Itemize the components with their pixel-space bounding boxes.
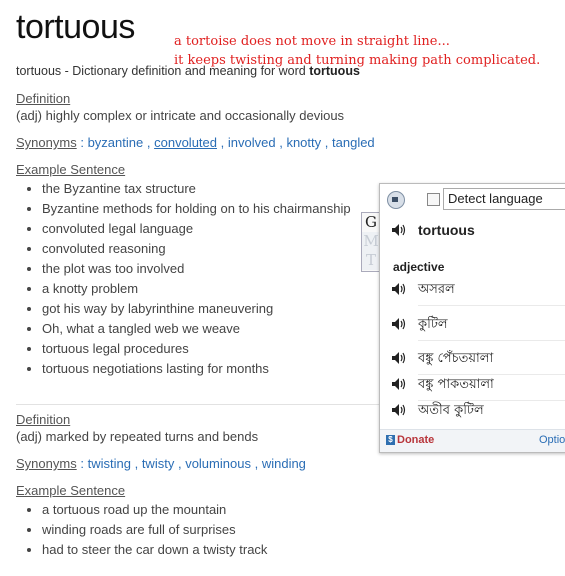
translation-text: অতীব কুটিল [418, 403, 484, 418]
section-divider [16, 404, 381, 405]
example-item: Oh, what a tangled web we weave [42, 319, 351, 339]
annotation-line-1: a tortoise does not move in straight lin… [174, 34, 450, 49]
translation-item: বঙ্কু পাকতয়ালা [392, 375, 565, 401]
synonym-link[interactable]: twisting [88, 456, 131, 471]
entry-1: Definition (adj) highly complex or intri… [16, 91, 344, 123]
entry-2: Definition (adj) marked by repeated turn… [16, 412, 258, 444]
example-heading: Example Sentence [16, 162, 126, 177]
translator-side-tabs: G M T [361, 212, 381, 272]
definition-heading: Definition [16, 91, 71, 106]
example-item: the Byzantine tax structure [42, 179, 351, 199]
example-item: had to steer the car down a twisty track [42, 540, 267, 560]
speaker-icon[interactable] [392, 224, 406, 236]
translation-item: অতীব কুটিল [392, 401, 565, 423]
synonyms-row-1: Synonyms : byzantine , convoluted , invo… [16, 135, 375, 150]
example-heading: Example Sentence [16, 483, 126, 498]
example-item: the plot was too involved [42, 259, 351, 279]
part-of-speech: adjective [393, 260, 445, 274]
synonym-link[interactable]: voluminous [185, 456, 251, 471]
synonym-link[interactable]: knotty [286, 135, 321, 150]
speaker-icon[interactable] [392, 318, 406, 330]
synonym-link[interactable]: byzantine [88, 135, 144, 150]
translation-text: বঙ্কু পাকতয়ালা [418, 375, 565, 401]
tab-t[interactable]: T [362, 251, 380, 270]
tab-m[interactable]: M [362, 232, 380, 251]
translated-word-text: tortuous [418, 222, 475, 238]
translation-item: বঙ্কু পেঁচতয়ালা [392, 349, 565, 375]
translation-item: কুটিল [392, 315, 565, 341]
speaker-icon[interactable] [392, 404, 406, 416]
translation-item: অসরল [392, 280, 565, 306]
synonyms-label: Synonyms [16, 135, 77, 150]
word-title: tortuous [16, 8, 135, 46]
translation-text: বঙ্কু পেঁচতয়ালা [418, 349, 565, 375]
example-item: tortuous negotiations lasting for months [42, 359, 351, 379]
donate-label: Donate [397, 434, 435, 446]
examples-block-2: Example Sentence a tortuous road up the … [16, 483, 267, 560]
synonym-link[interactable]: tangled [332, 135, 375, 150]
synonym-link[interactable]: involved [228, 135, 276, 150]
speaker-icon[interactable] [392, 378, 406, 390]
detect-checkbox[interactable] [427, 193, 440, 206]
synonyms-row-2: Synonyms : twisting , twisty , voluminou… [16, 456, 306, 471]
popup-footer: $ Donate Optio [380, 429, 565, 452]
synonyms-label: Synonyms [16, 456, 77, 471]
tab-g[interactable]: G [362, 213, 380, 232]
definition-text: (adj) marked by repeated turns and bends [16, 429, 259, 444]
subtitle-prefix: tortuous - Dictionary definition and mea… [16, 64, 310, 78]
speaker-icon[interactable] [387, 191, 405, 209]
translated-word: tortuous [392, 222, 475, 238]
page-subtitle: tortuous - Dictionary definition and mea… [16, 64, 360, 78]
example-item: got his way by labyrinthine maneuvering [42, 299, 351, 319]
donate-link[interactable]: $ Donate [386, 434, 434, 446]
translation-text: কুটিল [418, 315, 565, 341]
speaker-icon[interactable] [392, 352, 406, 364]
definition-text: (adj) highly complex or intricate and oc… [16, 108, 345, 123]
translation-text: অসরল [418, 280, 565, 306]
example-item: tortuous legal procedures [42, 339, 351, 359]
options-link[interactable]: Optio [539, 434, 565, 446]
example-item: a tortuous road up the mountain [42, 500, 267, 520]
language-select-value: Detect language [448, 191, 543, 206]
synonym-link[interactable]: twisty [142, 456, 175, 471]
popup-toolbar: Detect language ▼ [380, 184, 565, 214]
definition-heading: Definition [16, 412, 71, 427]
example-item: Byzantine methods for holding on to his … [42, 199, 351, 219]
subtitle-word: tortuous [309, 64, 360, 78]
examples-block-1: Example Sentence the Byzantine tax struc… [16, 162, 351, 379]
example-list: the Byzantine tax structure Byzantine me… [16, 179, 351, 379]
donate-icon: $ [386, 435, 395, 446]
example-list: a tortuous road up the mountain winding … [16, 500, 267, 560]
translator-popup: Detect language ▼ tortuous adjective অসর… [379, 183, 565, 453]
language-select[interactable]: Detect language ▼ [443, 188, 565, 210]
example-item: convoluted reasoning [42, 239, 351, 259]
example-item: a knotty problem [42, 279, 351, 299]
example-item: convoluted legal language [42, 219, 351, 239]
synonym-link[interactable]: winding [262, 456, 306, 471]
synonym-link[interactable]: convoluted [154, 135, 217, 150]
speaker-icon[interactable] [392, 283, 406, 295]
example-item: winding roads are full of surprises [42, 520, 267, 540]
